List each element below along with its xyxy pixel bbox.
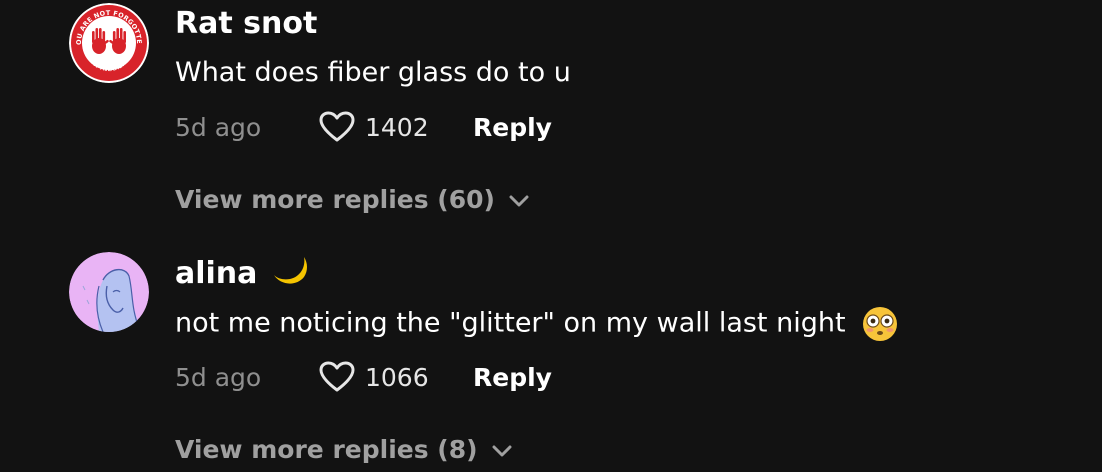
like-count: 1066 <box>365 362 429 392</box>
view-more-replies-label: View more replies (60) <box>175 184 495 214</box>
comment-meta: 5d ago 1402 Reply <box>175 109 552 145</box>
reply-button[interactable]: Reply <box>473 363 552 392</box>
heart-icon <box>319 361 355 392</box>
comment-text: not me noticing the "glitter" on my wall… <box>175 307 846 339</box>
avatar[interactable]: YOU ARE NOT FORGOTTEN MMIW AWARENESS <box>69 3 149 83</box>
chevron-down-icon <box>492 445 512 457</box>
comment-text: What does fiber glass do to u <box>175 57 571 88</box>
comment-username-text: alina <box>175 256 258 291</box>
comment-time: 5d ago <box>175 362 262 392</box>
like-button[interactable]: 1066 <box>319 361 473 393</box>
comment-text-row: not me noticing the "glitter" on my wall… <box>175 306 898 342</box>
flushed-face-icon <box>863 307 898 341</box>
chevron-down-icon <box>509 195 529 207</box>
comment-username[interactable]: Rat snot <box>175 6 317 42</box>
heart-icon <box>319 111 355 142</box>
view-more-replies-label: View more replies (8) <box>175 434 478 464</box>
red-handprint-badge-icon: YOU ARE NOT FORGOTTEN MMIW AWARENESS <box>69 3 149 83</box>
like-button[interactable]: 1402 <box>319 111 473 143</box>
view-more-replies-button[interactable]: View more replies (60) <box>175 182 529 216</box>
comment-item: YOU ARE NOT FORGOTTEN MMIW AWARENESS Rat… <box>0 0 1102 236</box>
comment-meta: 5d ago 1066 Reply <box>175 359 552 395</box>
reply-button[interactable]: Reply <box>473 113 552 142</box>
comment-item: alina not me noticing the "glitter" on m… <box>0 236 1102 472</box>
drawn-portrait-avatar <box>69 252 149 332</box>
crescent-moon-icon <box>273 256 307 284</box>
comment-username[interactable]: alina <box>175 256 310 292</box>
comment-time: 5d ago <box>175 112 262 142</box>
like-count: 1402 <box>365 112 429 142</box>
avatar[interactable] <box>69 252 149 332</box>
view-more-replies-button[interactable]: View more replies (8) <box>175 432 512 466</box>
